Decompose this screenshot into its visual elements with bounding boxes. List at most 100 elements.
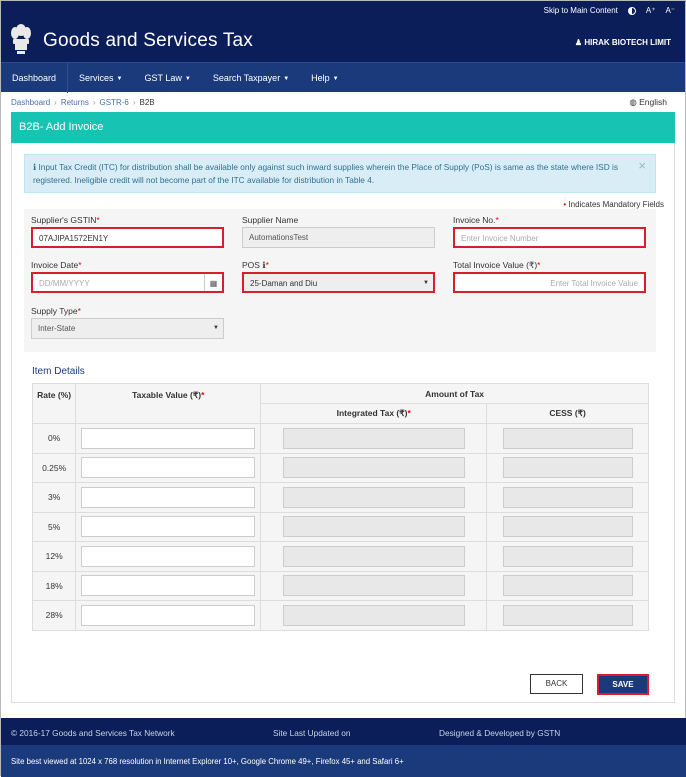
invoice-form: Supplier's GSTIN* 07AJIPA1572EN1Y Suppli… — [24, 209, 656, 352]
supplier-gstin-label: Supplier's GSTIN* — [31, 215, 100, 225]
nav-help[interactable]: Help ▼ — [300, 63, 349, 93]
igst-input — [282, 604, 465, 626]
rate-cell: 0.25% — [31, 452, 77, 483]
caret-down-icon: ▼ — [184, 75, 191, 82]
footer-note: Site best viewed at 1024 x 768 resolutio… — [1, 745, 686, 777]
save-button[interactable]: SAVE — [597, 674, 649, 695]
igst-input — [282, 575, 465, 597]
back-button[interactable]: BACK — [530, 674, 583, 694]
total-value-label: Total Invoice Value (₹)* — [453, 260, 541, 270]
item-details-table: Rate (%) Taxable Value (₹)* Amount of Ta… — [31, 383, 649, 631]
caret-down-icon: ▼ — [423, 280, 429, 286]
invoice-panel: ℹ Input Tax Credit (ITC) for distributio… — [11, 143, 675, 703]
supply-type-label: Supply Type* — [31, 306, 81, 316]
nav-dashboard[interactable]: Dashboard — [1, 62, 69, 93]
amount-of-tax-header: Amount of Tax — [260, 383, 649, 404]
igst-input — [282, 516, 465, 538]
taxable-value-input[interactable] — [81, 516, 256, 538]
page-title: B2B- Add Invoice — [11, 112, 675, 143]
cess-header: CESS (₹) — [486, 403, 649, 424]
total-value-input[interactable]: Enter Total Invoice Value — [453, 272, 646, 293]
nav-services[interactable]: Services ▼ — [68, 63, 133, 93]
igst-input — [282, 545, 465, 567]
table-row: 28% — [31, 600, 649, 631]
nav-search-taxpayer[interactable]: Search Taxpayer ▼ — [202, 63, 300, 93]
caret-down-icon: ▼ — [213, 325, 219, 331]
close-icon[interactable]: × — [638, 159, 646, 172]
table-row: 0% — [31, 423, 649, 454]
nav-gst-law[interactable]: GST Law ▼ — [134, 63, 202, 93]
skip-link[interactable]: Skip to Main Content — [544, 6, 618, 15]
table-row: 12% — [31, 541, 649, 572]
supply-type-field: Supply Type* Inter-State ▼ — [31, 306, 224, 339]
breadcrumb-gstr6[interactable]: GSTR-6 — [100, 98, 129, 107]
user-icon: ♟ — [574, 38, 585, 47]
supplier-name-input: AutomationsTest — [242, 227, 435, 248]
footer: © 2016-17 Goods and Services Tax Network… — [1, 718, 686, 745]
taxable-value-input[interactable] — [81, 604, 256, 626]
taxable-value-input[interactable] — [81, 457, 256, 479]
invoice-date-label: Invoice Date* — [31, 260, 82, 270]
table-row: 3% — [31, 482, 649, 513]
rate-cell: 0% — [31, 423, 77, 454]
cess-input — [502, 486, 633, 508]
font-decrease-button[interactable]: A⁻ — [665, 6, 675, 15]
item-details-title: Item Details — [32, 366, 85, 377]
invoice-no-input[interactable]: Enter Invoice Number — [453, 227, 646, 248]
itc-alert: ℹ Input Tax Credit (ITC) for distributio… — [24, 154, 656, 193]
invoice-no-field: Invoice No.* Enter Invoice Number — [453, 215, 646, 248]
brand-title[interactable]: Goods and Services Tax — [43, 30, 253, 52]
cess-input — [502, 457, 633, 479]
taxable-value-header: Taxable Value (₹)* — [75, 383, 262, 424]
igst-input — [282, 486, 465, 508]
breadcrumb-returns[interactable]: Returns — [61, 98, 89, 107]
globe-icon: ◍ — [629, 97, 640, 107]
total-value-field: Total Invoice Value (₹)* Enter Total Inv… — [453, 260, 646, 293]
cess-input — [502, 575, 633, 597]
calendar-icon[interactable]: ▦ — [204, 274, 222, 291]
caret-down-icon: ▼ — [116, 75, 123, 82]
font-increase-button[interactable]: A⁺ — [646, 6, 656, 15]
cess-input — [502, 604, 633, 626]
main-nav: Dashboard Services ▼ GST Law ▼ Search Taxp… — [1, 62, 685, 93]
rate-cell: 28% — [31, 600, 77, 631]
contrast-icon[interactable] — [627, 6, 636, 15]
igst-input — [282, 457, 465, 479]
mandatory-note: • Indicates Mandatory Fields — [563, 200, 664, 209]
user-name: HIRAK BIOTECH LIMIT — [584, 38, 671, 47]
language-selector[interactable]: ◍ English — [629, 97, 667, 108]
breadcrumb-separator: › — [92, 97, 96, 107]
taxable-value-input[interactable] — [81, 575, 256, 597]
rate-cell: 3% — [31, 482, 77, 513]
taxable-value-input[interactable] — [81, 427, 256, 449]
pos-field: POS ℹ* 25-Daman and Diu ▼ — [242, 260, 435, 293]
pos-select[interactable]: 25-Daman and Diu ▼ — [242, 272, 435, 293]
cess-input — [502, 516, 633, 538]
cess-input — [502, 427, 633, 449]
breadcrumb-separator: › — [132, 97, 136, 107]
table-row: 18% — [31, 570, 649, 601]
rate-cell: 12% — [31, 541, 77, 572]
supplier-gstin-input[interactable]: 07AJIPA1572EN1Y — [31, 227, 224, 248]
rate-cell: 18% — [31, 570, 77, 601]
taxable-value-input[interactable] — [81, 486, 256, 508]
supplier-name-field: Supplier Name AutomationsTest — [242, 215, 435, 248]
invoice-no-label: Invoice No.* — [453, 215, 499, 225]
caret-down-icon: ▼ — [283, 75, 290, 82]
table-row: 0.25% — [31, 452, 649, 483]
igst-header: Integrated Tax (₹)* — [260, 403, 488, 424]
taxable-value-input[interactable] — [81, 545, 256, 567]
rate-cell: 5% — [31, 511, 77, 542]
caret-down-icon: ▼ — [332, 75, 339, 82]
igst-input — [282, 427, 465, 449]
header: Skip to Main Content A⁺ A⁻ Goods and Ser… — [1, 1, 685, 62]
rate-header: Rate (%) — [31, 383, 77, 424]
breadcrumb: Dashboard › Returns › GSTR-6 › B2B ◍ Englis… — [1, 92, 685, 112]
user-menu[interactable]: ♟ HIRAK BIOTECH LIMIT — [575, 38, 671, 47]
breadcrumb-dashboard[interactable]: Dashboard — [11, 98, 50, 107]
footer-copyright: © 2016-17 Goods and Services Tax Network — [11, 728, 175, 738]
accessibility-bar: Skip to Main Content A⁺ A⁻ — [544, 6, 675, 15]
pos-label: POS ℹ* — [242, 260, 269, 270]
invoice-date-input[interactable]: DD/MM/YYYY ▦ — [31, 272, 224, 293]
cess-input — [502, 545, 633, 567]
